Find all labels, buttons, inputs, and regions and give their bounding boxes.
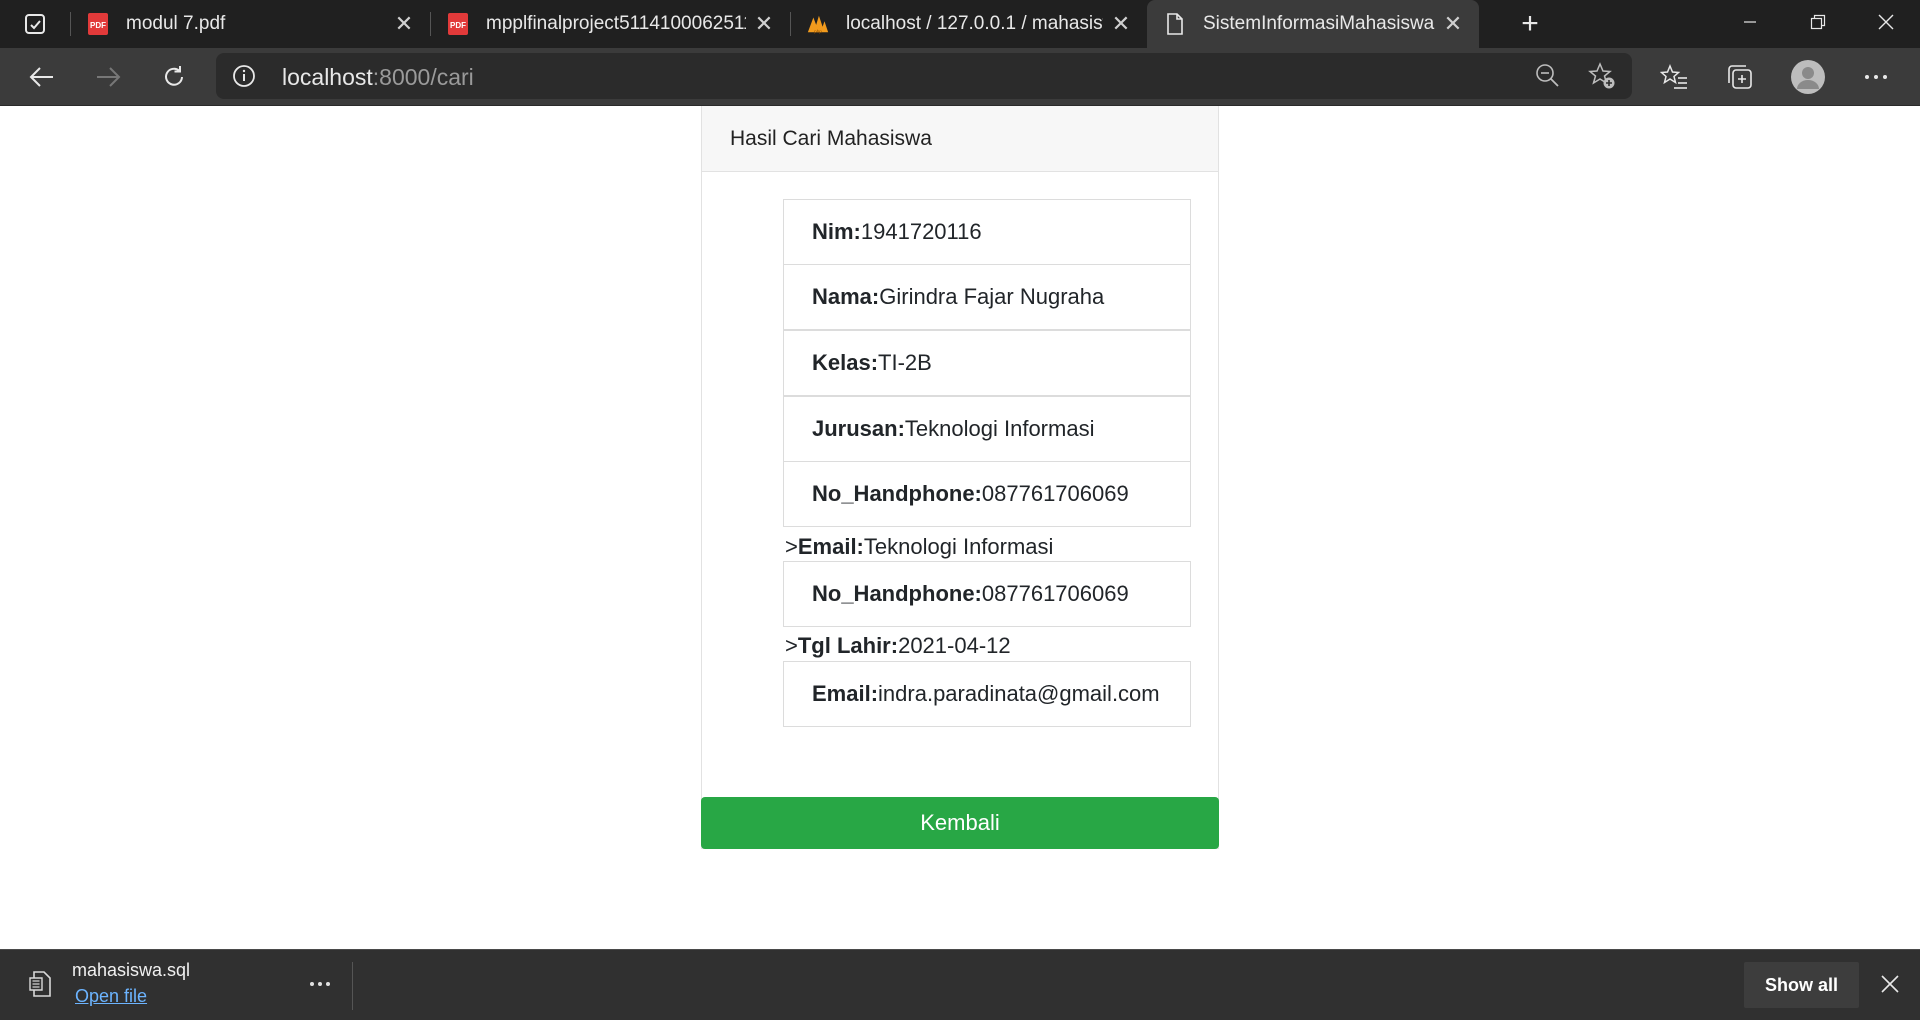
field-value: 2021-04-12	[898, 633, 1011, 658]
close-icon	[1881, 975, 1899, 993]
list-item-nama: Nama: Girindra Fajar Nugraha	[783, 264, 1191, 330]
avatar-icon	[1791, 60, 1825, 94]
back-arrow-icon	[29, 67, 53, 87]
tab-sistem-informasi-mahasiswa[interactable]: SistemInformasiMahasiswa ✕	[1147, 0, 1479, 48]
add-favorite-icon[interactable]	[1588, 62, 1616, 95]
zoom-out-icon[interactable]	[1534, 62, 1560, 93]
url-path: :8000/cari	[372, 64, 474, 90]
svg-text:PDF: PDF	[90, 21, 106, 30]
pdf-icon: PDF	[446, 12, 470, 36]
field-label: No_Handphone:	[812, 581, 982, 606]
field-value: Girindra Fajar Nugraha	[879, 284, 1105, 309]
list-item-no-handphone: No_Handphone: 087761706069	[783, 461, 1191, 527]
tab-actions-button[interactable]	[0, 0, 70, 48]
list-item-no-handphone-2: No_Handphone: 087761706069	[783, 561, 1191, 627]
settings-more-button[interactable]	[1856, 57, 1896, 97]
new-tab-button[interactable]: +	[1512, 6, 1548, 42]
url-host: localhost	[282, 64, 373, 90]
page-icon	[1163, 12, 1187, 36]
download-bar: mahasiswa.sql Open file Show all	[0, 949, 1920, 1020]
field-value: 087761706069	[981, 581, 1129, 606]
address-bar[interactable]: localhost:8000/cari	[216, 53, 1632, 99]
field-prefix: >	[785, 534, 798, 559]
tab-mppl-final-project[interactable]: PDF mpplfinalproject5114100062511 ✕	[430, 0, 790, 48]
field-value: Teknologi Informasi	[863, 534, 1054, 559]
tab-title: mpplfinalproject5114100062511	[486, 13, 746, 34]
download-more-button[interactable]	[302, 966, 338, 1002]
list-item-kelas: Kelas: TI-2B	[783, 330, 1191, 396]
show-all-button[interactable]: Show all	[1744, 962, 1859, 1008]
field-label: Jurusan:	[812, 416, 905, 441]
field-label: Nama:	[812, 284, 880, 309]
list-item-nim: Nim: 1941720116	[783, 199, 1191, 265]
download-bar-close-button[interactable]	[1872, 964, 1908, 1004]
field-value: Teknologi Informasi	[904, 416, 1095, 441]
tab-actions-icon	[25, 14, 45, 34]
download-file-name: mahasiswa.sql	[72, 960, 191, 980]
tab-strip: PDF modul 7.pdf ✕ PDF mpplfinalproject51…	[0, 0, 1920, 48]
field-label: Email:	[797, 534, 864, 559]
minimize-icon	[1744, 21, 1756, 23]
restore-icon	[1810, 14, 1826, 30]
stray-text-email: >Email:Teknologi Informasi	[785, 534, 1053, 560]
collections-button[interactable]	[1720, 57, 1760, 97]
file-icon	[29, 971, 51, 997]
back-kembali-button[interactable]: Kembali	[701, 797, 1219, 849]
close-icon	[1878, 14, 1894, 30]
close-icon[interactable]: ✕	[1103, 6, 1139, 42]
field-value: TI-2B	[878, 350, 932, 375]
collections-icon	[1728, 65, 1752, 89]
tab-title: localhost / 127.0.0.1 / mahasiswa	[846, 13, 1103, 34]
url-text[interactable]: localhost:8000/cari	[282, 64, 474, 91]
browser-toolbar: localhost:8000/cari	[0, 48, 1920, 106]
phpmyadmin-icon: php	[806, 12, 830, 36]
pdf-icon: PDF	[86, 12, 110, 36]
open-file-link[interactable]: Open file	[75, 986, 147, 1007]
back-button[interactable]	[22, 57, 62, 97]
forward-button[interactable]	[88, 57, 128, 97]
result-card: Hasil Cari Mahasiswa Nim: 1941720116 Nama…	[701, 106, 1219, 849]
card-title: Hasil Cari Mahasiswa	[702, 106, 1218, 172]
more-icon	[1865, 75, 1887, 79]
restore-button[interactable]	[1784, 0, 1852, 44]
stray-text-tgl-lahir: >Tgl Lahir:2021-04-12	[785, 633, 1011, 659]
field-label: Nim:	[812, 219, 861, 244]
profile-button[interactable]	[1788, 57, 1828, 97]
field-value: 087761706069	[981, 481, 1129, 506]
list-item-jurusan: Jurusan: Teknologi Informasi	[783, 396, 1191, 462]
more-icon	[310, 982, 330, 986]
field-label: Tgl Lahir:	[797, 633, 899, 658]
window-close-button[interactable]	[1852, 0, 1920, 44]
svg-text:php: php	[814, 29, 822, 34]
close-icon[interactable]: ✕	[746, 6, 782, 42]
field-label: Kelas:	[812, 350, 879, 375]
field-value: 1941720116	[860, 219, 982, 244]
info-icon[interactable]	[232, 64, 256, 88]
minimize-button[interactable]	[1716, 0, 1784, 44]
download-separator	[352, 962, 353, 1010]
field-label: Email:	[812, 681, 879, 706]
refresh-icon	[165, 66, 183, 86]
favorites-button[interactable]	[1654, 57, 1694, 97]
field-value: indra.paradinata@gmail.com	[878, 681, 1160, 706]
tab-title: modul 7.pdf	[126, 13, 226, 34]
field-prefix: >	[785, 633, 798, 658]
tab-phpmyadmin[interactable]: php localhost / 127.0.0.1 / mahasiswa ✕	[790, 0, 1147, 48]
field-label: No_Handphone:	[812, 481, 982, 506]
svg-text:PDF: PDF	[450, 21, 466, 30]
close-icon[interactable]: ✕	[1435, 6, 1471, 42]
tab-title: SistemInformasiMahasiswa	[1203, 13, 1435, 34]
list-item-email: Email: indra.paradinata@gmail.com	[783, 661, 1191, 727]
close-icon[interactable]: ✕	[386, 6, 422, 42]
favorites-icon	[1660, 64, 1687, 89]
forward-arrow-icon	[97, 67, 121, 87]
tab-modul-7[interactable]: PDF modul 7.pdf ✕	[70, 0, 430, 48]
refresh-button[interactable]	[154, 57, 194, 97]
